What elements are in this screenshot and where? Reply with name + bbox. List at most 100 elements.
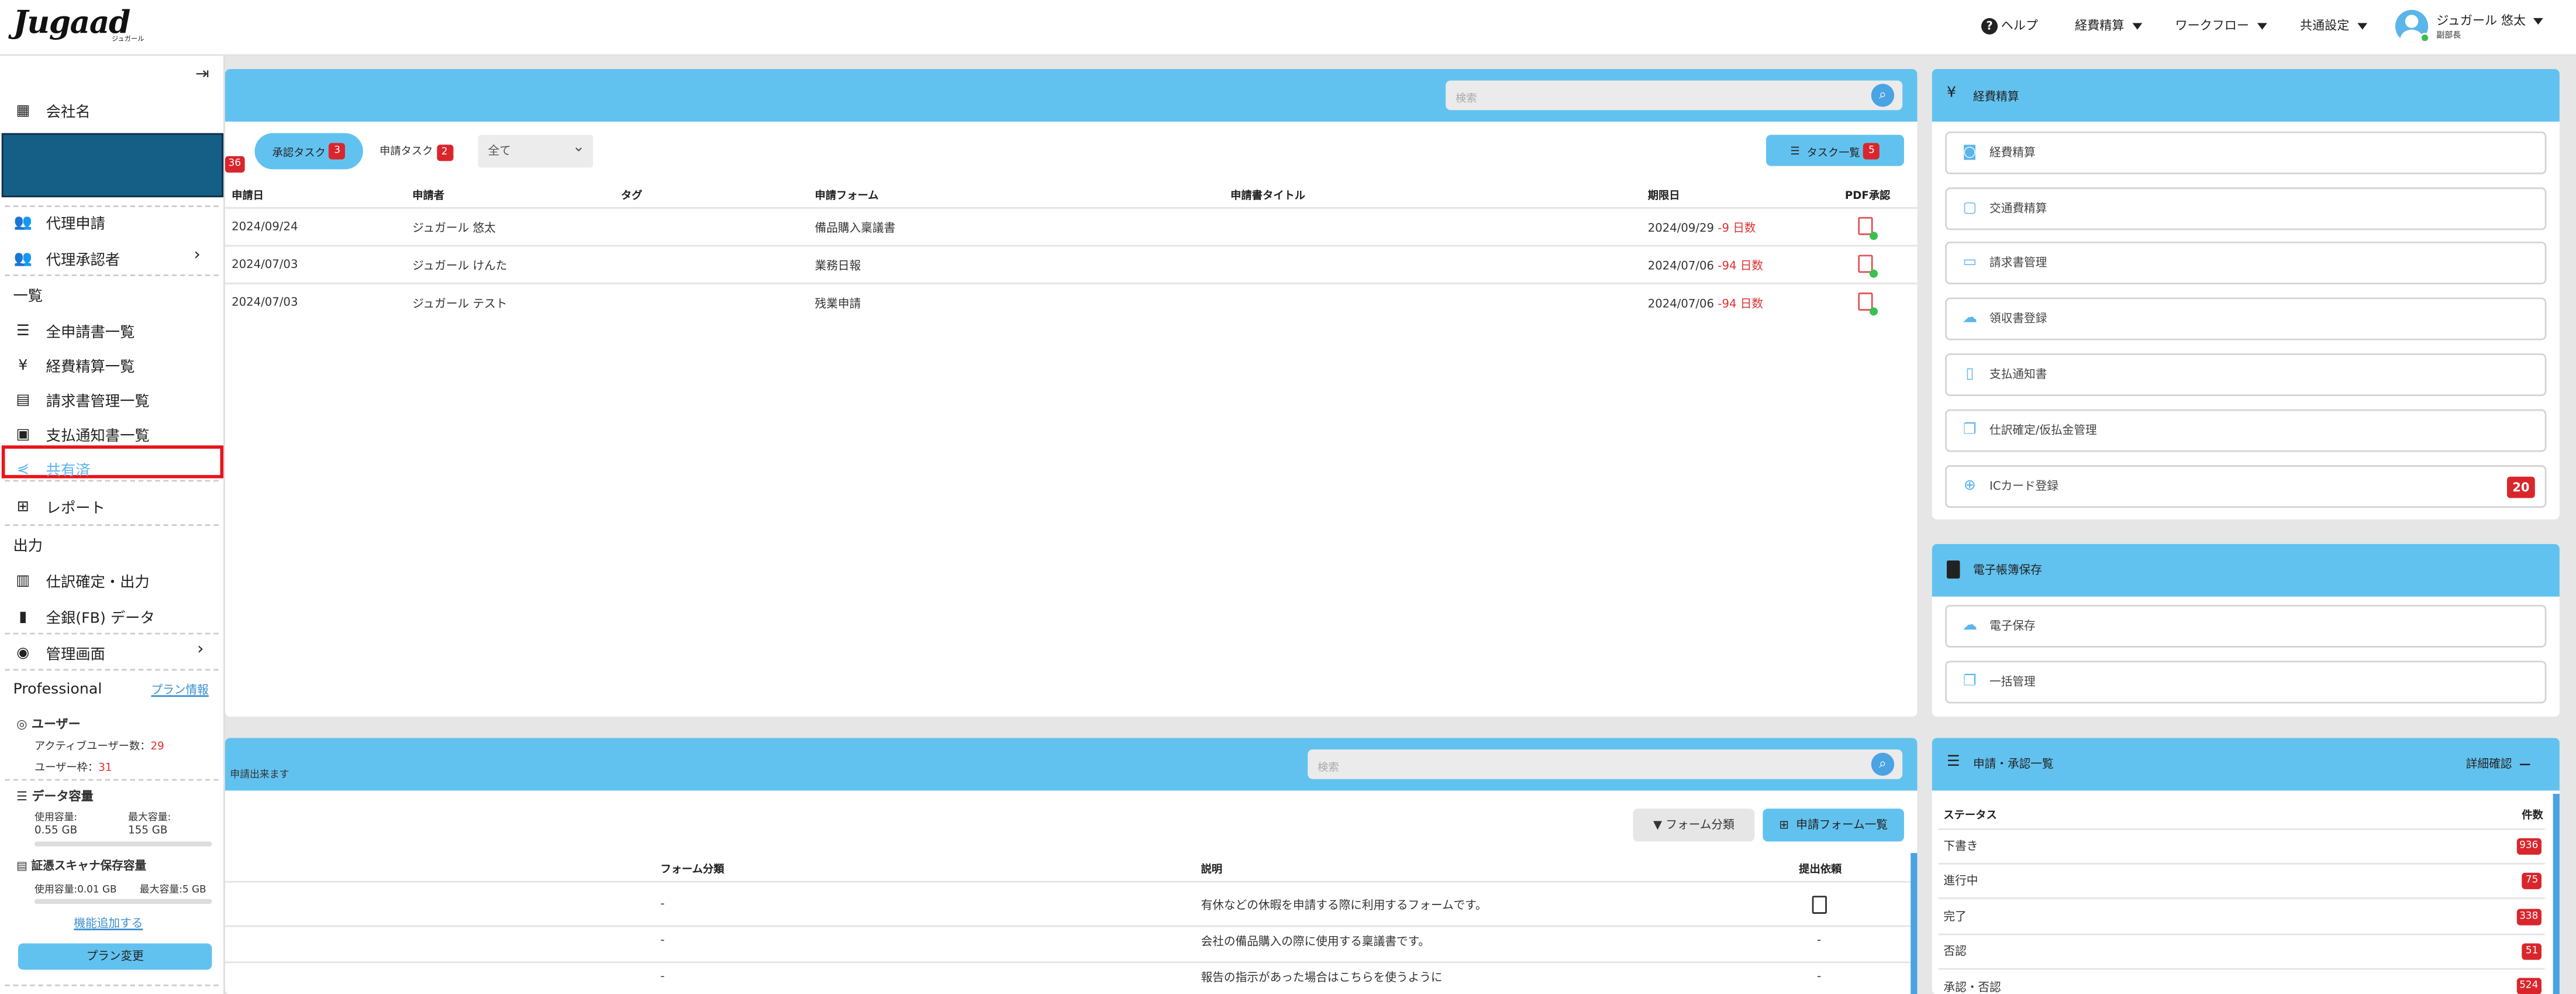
electronic-storage-button[interactable]: ☁ 電子保存	[1945, 604, 2547, 648]
form-category-button[interactable]: ▼ フォーム分類	[1633, 809, 1755, 842]
search-icon[interactable]: ⌕	[1871, 84, 1895, 107]
bulk-management-button[interactable]: ❐ 一括管理	[1945, 661, 2547, 704]
expense-button[interactable]: ◙ 経費精算	[1945, 131, 2547, 174]
payment-notice-button[interactable]: ▯ 支払通知書	[1945, 353, 2547, 397]
book-icon	[1947, 560, 1960, 579]
status-title: 申請・承認一覧	[1972, 758, 2054, 771]
detail-link[interactable]: 詳細確認 —	[2466, 756, 2531, 772]
collapse-sidebar-icon[interactable]: ⇥	[195, 66, 209, 84]
used-value: 0.55 GB	[34, 823, 78, 837]
add-feature-link[interactable]: 機能追加する	[74, 916, 143, 932]
receipt-icon: ▯	[1965, 366, 1974, 383]
col-title[interactable]: 申請書タイトル	[1230, 185, 1305, 202]
sidebar-item-label: 代理承認者	[46, 253, 120, 270]
status-row-draft[interactable]: 下書き 936	[1938, 830, 2545, 865]
task-filter-select[interactable]: 全て ⌄	[478, 135, 594, 168]
nav-expense[interactable]: 経費精算	[2075, 16, 2143, 35]
nav-workflow[interactable]: ワークフロー	[2175, 16, 2267, 35]
online-status-icon	[2420, 33, 2430, 43]
col-tag[interactable]: タグ	[621, 185, 643, 202]
sidebar-item-proxy-apply[interactable]: 👥 代理申請	[13, 212, 105, 233]
nav-common-settings[interactable]: 共通設定	[2300, 16, 2368, 35]
col-due-date[interactable]: 期限日	[1648, 185, 1680, 202]
journal-advance-button[interactable]: ❐ 仕訳確定/仮払金管理	[1945, 409, 2547, 452]
divider	[5, 274, 219, 276]
table-row[interactable]: - 会社の備品購入の際に使用する稟議書です。 -	[225, 927, 1918, 961]
divider	[5, 669, 219, 671]
sidebar-item-report[interactable]: ⊞ レポート	[13, 496, 105, 518]
expense-title: 経費精算	[1972, 90, 2019, 104]
col-apply-date[interactable]: 申請日	[232, 185, 264, 202]
sidebar-item-admin[interactable]: ◉ 管理画面	[13, 642, 105, 664]
submit-request-icon[interactable]	[1812, 896, 1827, 914]
app-root: Jugaad ジュガール ? ヘルプ 経費精算 ワークフロー 共通設定 ジュガール…	[0, 0, 2576, 994]
col-description[interactable]: 説明	[1201, 859, 1223, 876]
scrollbar[interactable]	[2553, 793, 2560, 994]
list-icon: ☰	[1790, 143, 1807, 157]
divider	[5, 632, 219, 635]
sidebar-item-payment-notice-list[interactable]: ▣ 支払通知書一覧	[13, 424, 150, 446]
chevron-right-icon[interactable]: ›	[197, 641, 204, 659]
transport-expense-button[interactable]: ▢ 交通費精算	[1945, 187, 2547, 231]
sidebar-item-label: 経費精算一覧	[46, 360, 135, 377]
table-row[interactable]: 2024/07/03 ジュガール テスト 残業申請 2024/07/06 -94…	[225, 284, 1918, 321]
chevron-right-icon[interactable]: ›	[194, 246, 200, 264]
row-due: 2024/09/29 -9 日数	[1648, 220, 1756, 236]
status-row-approve-reject[interactable]: 承認・否認 524	[1939, 969, 2545, 994]
sidebar-item-label: 支払通知書一覧	[46, 429, 150, 446]
list-icon: ☰	[16, 323, 30, 340]
forms-search-input[interactable]: 検索	[1308, 749, 1903, 779]
invoice-management-label: 請求書管理	[1989, 256, 2047, 270]
row-days-overdue: -94 日数	[1718, 297, 1764, 311]
table-row[interactable]: - 報告の指示があった場合はこちらを使うように -	[225, 963, 1918, 994]
tab-apply-tasks[interactable]: 申請タスク 2	[380, 142, 453, 161]
ic-card-register-button[interactable]: ⊕ ICカード登録 20	[1945, 465, 2547, 508]
row-date: 2024/09/24	[232, 220, 298, 233]
sidebar-item-proxy-approver[interactable]: 👥 代理承認者	[13, 248, 120, 270]
user-menu[interactable]: ジュガール 悠太	[2436, 12, 2544, 30]
col-applicant[interactable]: 申請者	[412, 185, 444, 202]
receipt-register-button[interactable]: ☁ 領収書登録	[1945, 297, 2547, 340]
col-form-category[interactable]: フォーム分類	[660, 859, 724, 876]
table-row[interactable]: 2024/07/03 ジュガール けんた 業務日報 2024/07/06 -94…	[225, 246, 1918, 283]
invoice-icon: ▤	[16, 392, 30, 409]
row-due-date: 2024/07/06	[1647, 259, 1715, 273]
table-row[interactable]: 2024/09/24 ジュガール 悠太 備品購入稟議書 2024/09/29 -…	[225, 209, 1918, 245]
row-category: -	[660, 969, 665, 983]
status-row-rejected[interactable]: 否認 51	[1938, 935, 2545, 970]
pdf-approve-icon[interactable]	[1858, 293, 1878, 316]
company-selector-block[interactable]	[1, 133, 224, 198]
plan-info-link[interactable]: プラン情報	[151, 682, 208, 699]
table-row[interactable]: - 有休などの休暇を申請する際に利用するフォームです。	[225, 883, 1918, 926]
form-list-button[interactable]: ⊞ 申請フォーム一覧	[1763, 809, 1904, 842]
sidebar-company[interactable]: ▦ 会社名	[13, 100, 90, 122]
active-users-value: 29	[150, 740, 164, 753]
sidebar-item-fb-data[interactable]: ▮ 全銀(FB) データ	[13, 607, 154, 628]
status-row-complete[interactable]: 完了 338	[1938, 900, 2545, 935]
pdf-approve-icon[interactable]	[1858, 254, 1878, 278]
row-category: -	[660, 933, 665, 947]
scanner-capacity-title: 証憑スキャナ保存容量	[31, 859, 147, 873]
pdf-approve-icon[interactable]	[1858, 216, 1878, 240]
tab-approval-tasks[interactable]: 承認タスク 3	[254, 133, 363, 170]
help-link[interactable]: ? ヘルプ	[1981, 16, 2038, 35]
status-row-in-progress[interactable]: 進行中 75	[1938, 865, 2545, 899]
sidebar-item-journal-output[interactable]: ▥ 仕訳確定・出力	[13, 570, 149, 591]
sidebar-item-expense-list[interactable]: ¥ 経費精算一覧	[13, 355, 135, 377]
task-list-button[interactable]: ☰ タスク一覧 5	[1765, 135, 1904, 166]
row-days-overdue: -94 日数	[1718, 259, 1764, 273]
admin-icon: ◉	[16, 645, 30, 662]
scrollbar[interactable]	[1911, 853, 1918, 994]
row-days-overdue: -9 日数	[1718, 222, 1756, 235]
invoice-management-button[interactable]: ▭ 請求書管理	[1945, 241, 2547, 285]
plan-change-button[interactable]: プラン変更	[18, 943, 212, 970]
sidebar-item-all-applications[interactable]: ☰ 全申請書一覧	[13, 321, 135, 342]
row-applicant: ジュガール けんた	[412, 259, 508, 273]
sidebar-item-invoice-list[interactable]: ▤ 請求書管理一覧	[13, 390, 149, 411]
scanner-capacity-section: ▤ 証憑スキャナ保存容量	[16, 858, 146, 874]
sidebar-item-shared[interactable]: ⋞ 共有済	[13, 459, 91, 480]
col-form[interactable]: 申請フォーム	[815, 185, 878, 202]
status-count-badge: 75	[2522, 872, 2541, 889]
search-icon[interactable]: ⌕	[1871, 752, 1895, 776]
task-search-input[interactable]: 検索	[1446, 80, 1903, 111]
